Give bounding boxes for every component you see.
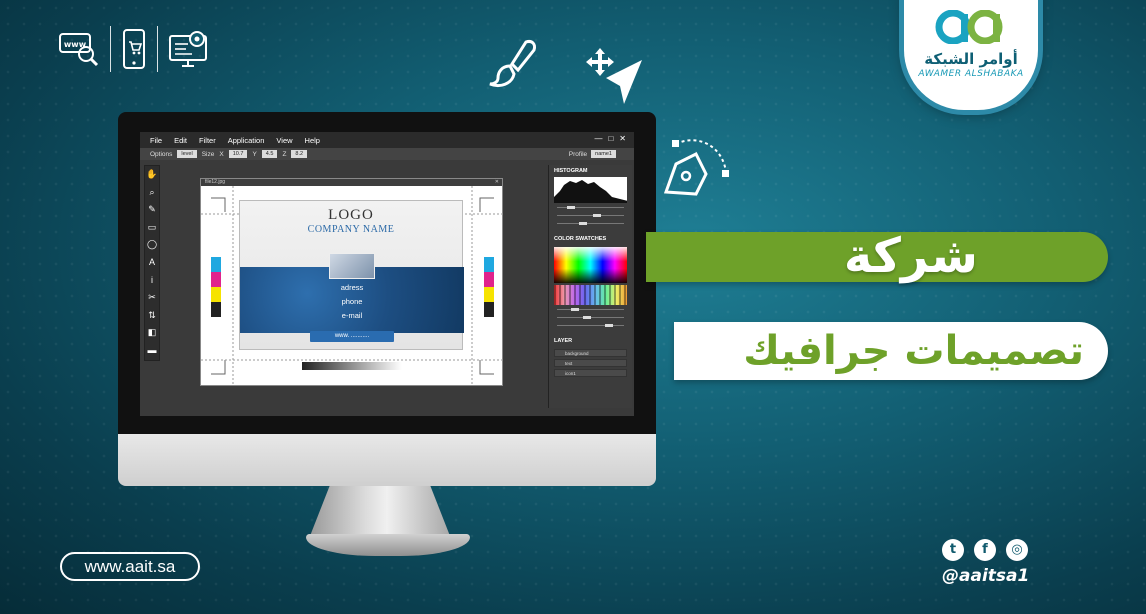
text-tool-icon: A: [148, 256, 155, 267]
x-label: X: [219, 150, 224, 158]
color-spectrum: [554, 247, 627, 283]
z-value: 8.2: [291, 150, 308, 158]
cut-tool-icon: ✂: [148, 292, 156, 303]
card-photo: [329, 253, 375, 279]
swatch-mosaic: [554, 285, 627, 305]
editor-screen: File Edit Filter Application View Help —…: [140, 132, 634, 416]
histogram-slider: [557, 206, 624, 211]
editor-toolbar: ✋ ⌕ ✎ ▭ ◯ A i ✂ ⇅ ◧ ▬: [144, 165, 160, 361]
frame-tool-icon: ▬: [147, 344, 157, 355]
histogram-title: HISTOGRAM: [554, 168, 588, 174]
editor-right-panel: HISTOGRAM COLOR SWATCHES LAYER backgroun…: [548, 165, 632, 408]
menu-edit: Edit: [174, 135, 188, 145]
y-value: 4.5: [261, 150, 278, 158]
headline-line1: شركة: [843, 228, 978, 284]
brand-name-english: AWAMER ALSHABAKA: [918, 69, 1024, 79]
brand-logo: أوامر الشبكة AWAMER ALSHABAKA: [904, 0, 1038, 110]
options-value: level: [177, 150, 197, 158]
instagram-icon[interactable]: ◎: [1006, 539, 1028, 561]
registration-swatches-right: [484, 257, 494, 317]
cursor-arrow-icon: [606, 60, 642, 104]
brush-tool-icon: ✎: [148, 204, 156, 215]
pen-tool-icon: [663, 139, 729, 196]
size-label: Size: [201, 150, 215, 158]
histogram-slider: [557, 222, 624, 227]
facebook-icon[interactable]: f: [974, 539, 996, 561]
swap-tool-icon: ⇅: [148, 309, 156, 320]
brand-mark-icon: [935, 9, 1003, 45]
brand-name-arabic: أوامر الشبكة: [924, 50, 1018, 68]
top-icon-strip: www: [58, 26, 210, 72]
menu-help: Help: [304, 135, 320, 145]
headline-line2: تصميمات جرافيك: [743, 328, 1084, 374]
card-phone: phone: [341, 297, 363, 306]
profile-label: Profile: [568, 150, 588, 158]
rectangle-tool-icon: ▭: [147, 221, 157, 232]
social-handle: @aaitsa1: [942, 566, 1030, 586]
card-company-name: COMPANY NAME: [307, 224, 395, 235]
canvas-titlebar: file12.jpg ✕: [201, 179, 502, 186]
layer-row: icon1: [554, 369, 627, 377]
file-name: file12.jpg: [205, 179, 226, 185]
profile-value: name1: [591, 150, 616, 158]
close-icon: ✕: [619, 134, 626, 143]
card-address: adress: [340, 283, 364, 292]
paintbrush-icon: [489, 40, 536, 88]
monitor-stand-base: [306, 534, 470, 556]
color-picker-icon: ◧: [147, 327, 157, 338]
histogram-graph: [554, 177, 627, 203]
layer-title: LAYER: [554, 338, 573, 344]
swatch-slider: [557, 324, 624, 329]
card-email: e-mail: [341, 311, 363, 320]
card-web: www. ...........: [310, 331, 394, 342]
monitor-chin: [118, 434, 656, 486]
mobile-cart-icon: [123, 29, 145, 69]
menu-view: View: [276, 135, 293, 145]
canvas-window: file12.jpg ✕ LOGO COMPANY NAME adress ph…: [200, 178, 504, 386]
x-value: 10.7: [228, 150, 248, 158]
histogram-slider: [557, 214, 624, 219]
window-controls: — □ ✕: [594, 134, 626, 143]
editor-menubar: File Edit Filter Application View Help —…: [140, 132, 634, 148]
headline-banner-white: تصميمات جرافيك: [674, 322, 1108, 380]
registration-swatches-left: [211, 257, 221, 317]
icon-divider: [110, 26, 111, 72]
info-tool-icon: i: [151, 274, 153, 285]
website-link[interactable]: www.aait.sa: [60, 552, 200, 581]
z-label: Z: [282, 150, 287, 158]
business-card: LOGO COMPANY NAME adress phone e-mail ww…: [239, 200, 464, 350]
ellipse-tool-icon: ◯: [146, 239, 158, 250]
hand-tool-icon: ✋: [146, 169, 158, 179]
minimize-icon: —: [594, 134, 603, 143]
swatch-slider: [557, 308, 624, 313]
headline-banner-green: شركة: [646, 228, 1108, 284]
editor-options-bar: Options level Size X 10.7 Y 4.5 Z 8.2 Pr…: [140, 148, 634, 160]
monitor-stand-neck: [310, 486, 450, 536]
menu-filter: Filter: [199, 135, 216, 145]
profile-group: Profile name1: [569, 150, 616, 158]
menu-application: Application: [227, 135, 265, 145]
twitter-icon[interactable]: t: [942, 539, 964, 561]
menu-file: File: [150, 135, 163, 145]
monitor: File Edit Filter Application View Help —…: [118, 112, 656, 486]
icon-divider: [157, 26, 158, 72]
color-swatches-title: COLOR SWATCHES: [554, 236, 607, 242]
social-icons: t f ◎: [942, 539, 1028, 561]
options-label: Options: [150, 150, 173, 158]
grayscale-strip: [302, 362, 402, 370]
y-label: Y: [252, 150, 257, 158]
canvas-close-icon: ✕: [494, 179, 499, 185]
swatch-slider: [557, 316, 624, 321]
layer-row: background: [554, 349, 627, 357]
card-logo: LOGO: [328, 207, 374, 223]
monitor-settings-icon: [169, 31, 207, 67]
zoom-tool-icon: ⌕: [149, 186, 155, 197]
www-search-icon: www: [59, 33, 99, 67]
move-arrows-icon: [586, 48, 642, 104]
layer-row: text: [554, 359, 627, 367]
maximize-icon: □: [608, 134, 614, 143]
